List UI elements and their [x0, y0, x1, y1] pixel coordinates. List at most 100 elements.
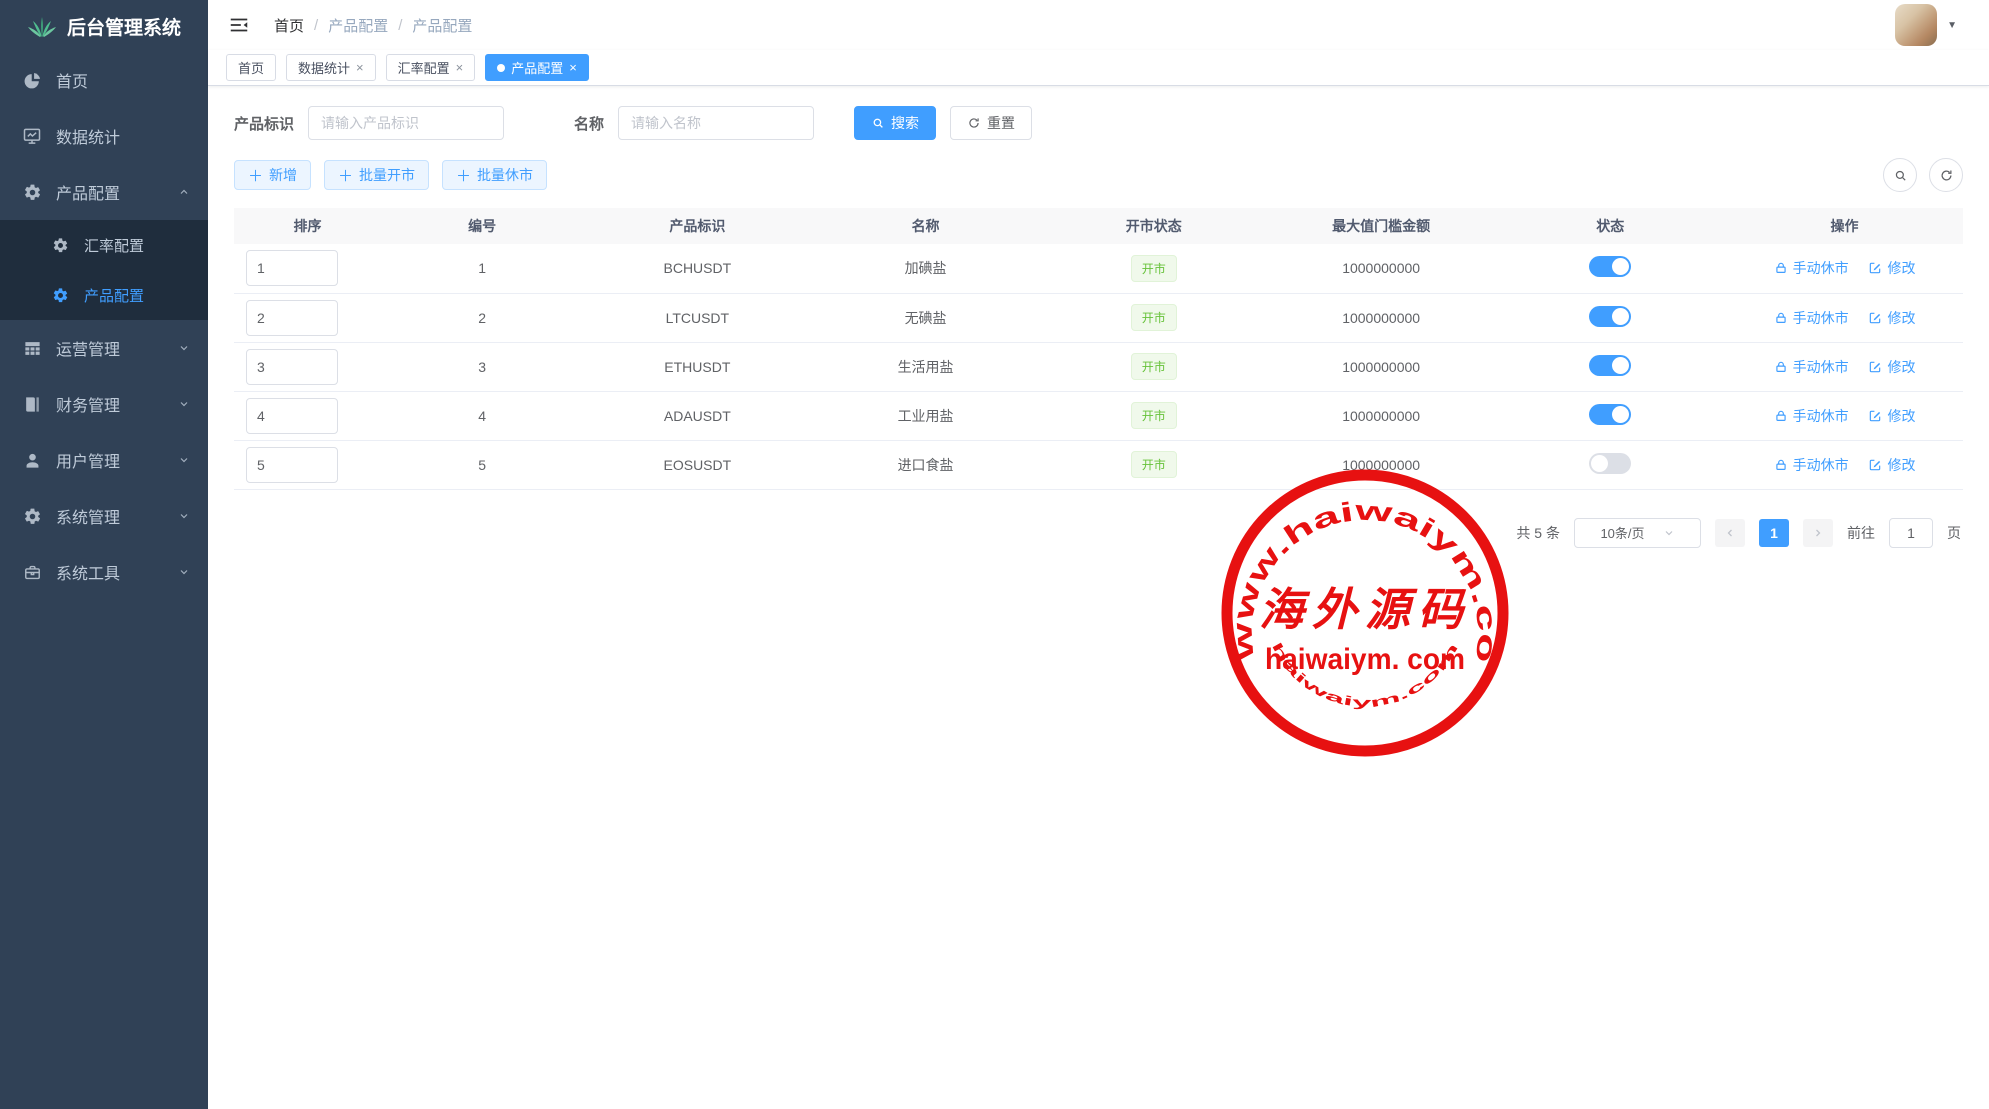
sidebar-item-label: 产品配置: [56, 180, 120, 204]
reset-button[interactable]: 重置: [950, 106, 1032, 140]
edit-link[interactable]: 修改: [1868, 406, 1915, 426]
table-row: 3 ETHUSDT 生活用盐 开市 1000000000 手动休市: [234, 342, 1963, 391]
sidebar-item-product-config-child[interactable]: 产品配置: [0, 270, 208, 320]
plant-logo-icon: [27, 13, 57, 39]
product-symbol: BCHUSDT: [583, 244, 811, 293]
manual-close-market-link[interactable]: 手动休市: [1774, 258, 1849, 278]
sort-input[interactable]: [246, 250, 338, 286]
tab-statistics[interactable]: 数据统计 ×: [286, 54, 376, 81]
product-id-input[interactable]: [308, 106, 504, 140]
goto-page-input[interactable]: [1889, 518, 1933, 548]
market-status-badge: 开市: [1131, 255, 1177, 282]
name-label: 名称: [574, 113, 604, 134]
breadcrumb-separator: /: [314, 17, 318, 34]
toggle-search-button[interactable]: [1883, 158, 1917, 192]
manual-close-market-link[interactable]: 手动休市: [1774, 308, 1849, 328]
app-title: 后台管理系统: [67, 13, 181, 40]
search-button[interactable]: 搜索: [854, 106, 936, 140]
tab-home[interactable]: 首页: [226, 54, 276, 81]
batch-open-market-button[interactable]: ＋ 批量开市: [324, 160, 429, 190]
sort-input[interactable]: [246, 349, 338, 385]
status-toggle[interactable]: [1589, 355, 1631, 376]
tab-product-config[interactable]: 产品配置 ×: [485, 54, 589, 81]
sidebar-item-label: 系统管理: [56, 504, 120, 528]
col-header-status: 状态: [1494, 208, 1726, 244]
next-page-button[interactable]: [1803, 519, 1833, 547]
grid-icon: [22, 338, 42, 358]
watermark-stamp: www.haiwaiym.com 海外源码 haiwaiym. com haiw…: [1215, 463, 1515, 763]
sidebar-item-home[interactable]: 首页: [0, 52, 208, 108]
chevron-up-icon: [178, 186, 190, 198]
tab-label: 产品配置: [511, 58, 563, 77]
lock-icon: [1774, 311, 1788, 325]
gear-icon: [22, 506, 42, 526]
edit-link[interactable]: 修改: [1868, 455, 1915, 475]
status-toggle[interactable]: [1589, 453, 1631, 474]
breadcrumb-home[interactable]: 首页: [274, 15, 304, 36]
user-avatar[interactable]: [1895, 4, 1937, 46]
status-toggle[interactable]: [1589, 306, 1631, 327]
refresh-icon: [967, 116, 981, 130]
add-button[interactable]: ＋ 新增: [234, 160, 311, 190]
status-toggle[interactable]: [1589, 404, 1631, 425]
table-row: 5 EOSUSDT 进口食盐 开市 1000000000 手动休市: [234, 440, 1963, 489]
col-header-id: 编号: [381, 208, 583, 244]
tab-rate-config[interactable]: 汇率配置 ×: [386, 54, 476, 81]
sidebar-item-operations[interactable]: 运营管理: [0, 320, 208, 376]
toolbox-icon: [22, 562, 42, 582]
search-button-label: 搜索: [891, 113, 919, 133]
batch-close-label: 批量休市: [477, 165, 533, 185]
close-icon[interactable]: ×: [456, 60, 464, 75]
lock-icon: [1774, 458, 1788, 472]
product-symbol: EOSUSDT: [583, 440, 811, 489]
sort-input[interactable]: [246, 398, 338, 434]
search-form: 产品标识 名称 搜索 重置: [234, 106, 1963, 140]
sort-input[interactable]: [246, 447, 338, 483]
close-icon[interactable]: ×: [356, 60, 364, 75]
page-content: 产品标识 名称 搜索 重置: [208, 86, 1989, 1109]
manual-close-market-link[interactable]: 手动休市: [1774, 455, 1849, 475]
col-header-symbol: 产品标识: [583, 208, 811, 244]
refresh-table-button[interactable]: [1929, 158, 1963, 192]
sidebar-item-tools[interactable]: 系统工具: [0, 544, 208, 600]
page-unit-label: 页: [1947, 523, 1961, 543]
edit-link[interactable]: 修改: [1868, 357, 1915, 377]
sidebar-item-finance[interactable]: 财务管理: [0, 376, 208, 432]
chevron-down-icon: [178, 510, 190, 522]
col-header-name: 名称: [811, 208, 1039, 244]
chevron-down-icon: [178, 342, 190, 354]
sidebar-collapse-button[interactable]: [226, 12, 252, 38]
status-toggle[interactable]: [1589, 256, 1631, 277]
toggle-knob: [1612, 308, 1629, 325]
sidebar-item-rate-config[interactable]: 汇率配置: [0, 220, 208, 270]
search-icon: [871, 116, 885, 130]
toggle-knob: [1612, 258, 1629, 275]
market-status-badge: 开市: [1131, 451, 1177, 478]
edit-link[interactable]: 修改: [1868, 258, 1915, 278]
batch-close-market-button[interactable]: ＋ 批量休市: [442, 160, 547, 190]
manual-close-market-link[interactable]: 手动休市: [1774, 357, 1849, 377]
edit-link[interactable]: 修改: [1868, 308, 1915, 328]
manual-close-label: 手动休市: [1793, 406, 1849, 426]
row-id: 1: [381, 244, 583, 293]
goto-label: 前往: [1847, 523, 1875, 543]
avatar-dropdown-caret-icon[interactable]: ▼: [1947, 20, 1957, 31]
gear-icon: [50, 285, 70, 305]
page-size-select[interactable]: 10条/页: [1574, 518, 1701, 548]
manual-close-label: 手动休市: [1793, 258, 1849, 278]
close-icon[interactable]: ×: [569, 60, 577, 75]
sidebar-item-system[interactable]: 系统管理: [0, 488, 208, 544]
sort-input[interactable]: [246, 300, 338, 336]
prev-page-button[interactable]: [1715, 519, 1745, 547]
page-number-1[interactable]: 1: [1759, 519, 1789, 547]
sidebar-item-statistics[interactable]: 数据统计: [0, 108, 208, 164]
sidebar-item-users[interactable]: 用户管理: [0, 432, 208, 488]
manual-close-market-link[interactable]: 手动休市: [1774, 406, 1849, 426]
sidebar-item-product-config[interactable]: 产品配置: [0, 164, 208, 220]
name-input[interactable]: [618, 106, 814, 140]
product-symbol: LTCUSDT: [583, 293, 811, 342]
product-name: 无碘盐: [811, 293, 1039, 342]
col-header-sort: 排序: [234, 208, 381, 244]
edit-icon: [1868, 261, 1882, 275]
sidebar-item-label: 产品配置: [84, 285, 144, 306]
